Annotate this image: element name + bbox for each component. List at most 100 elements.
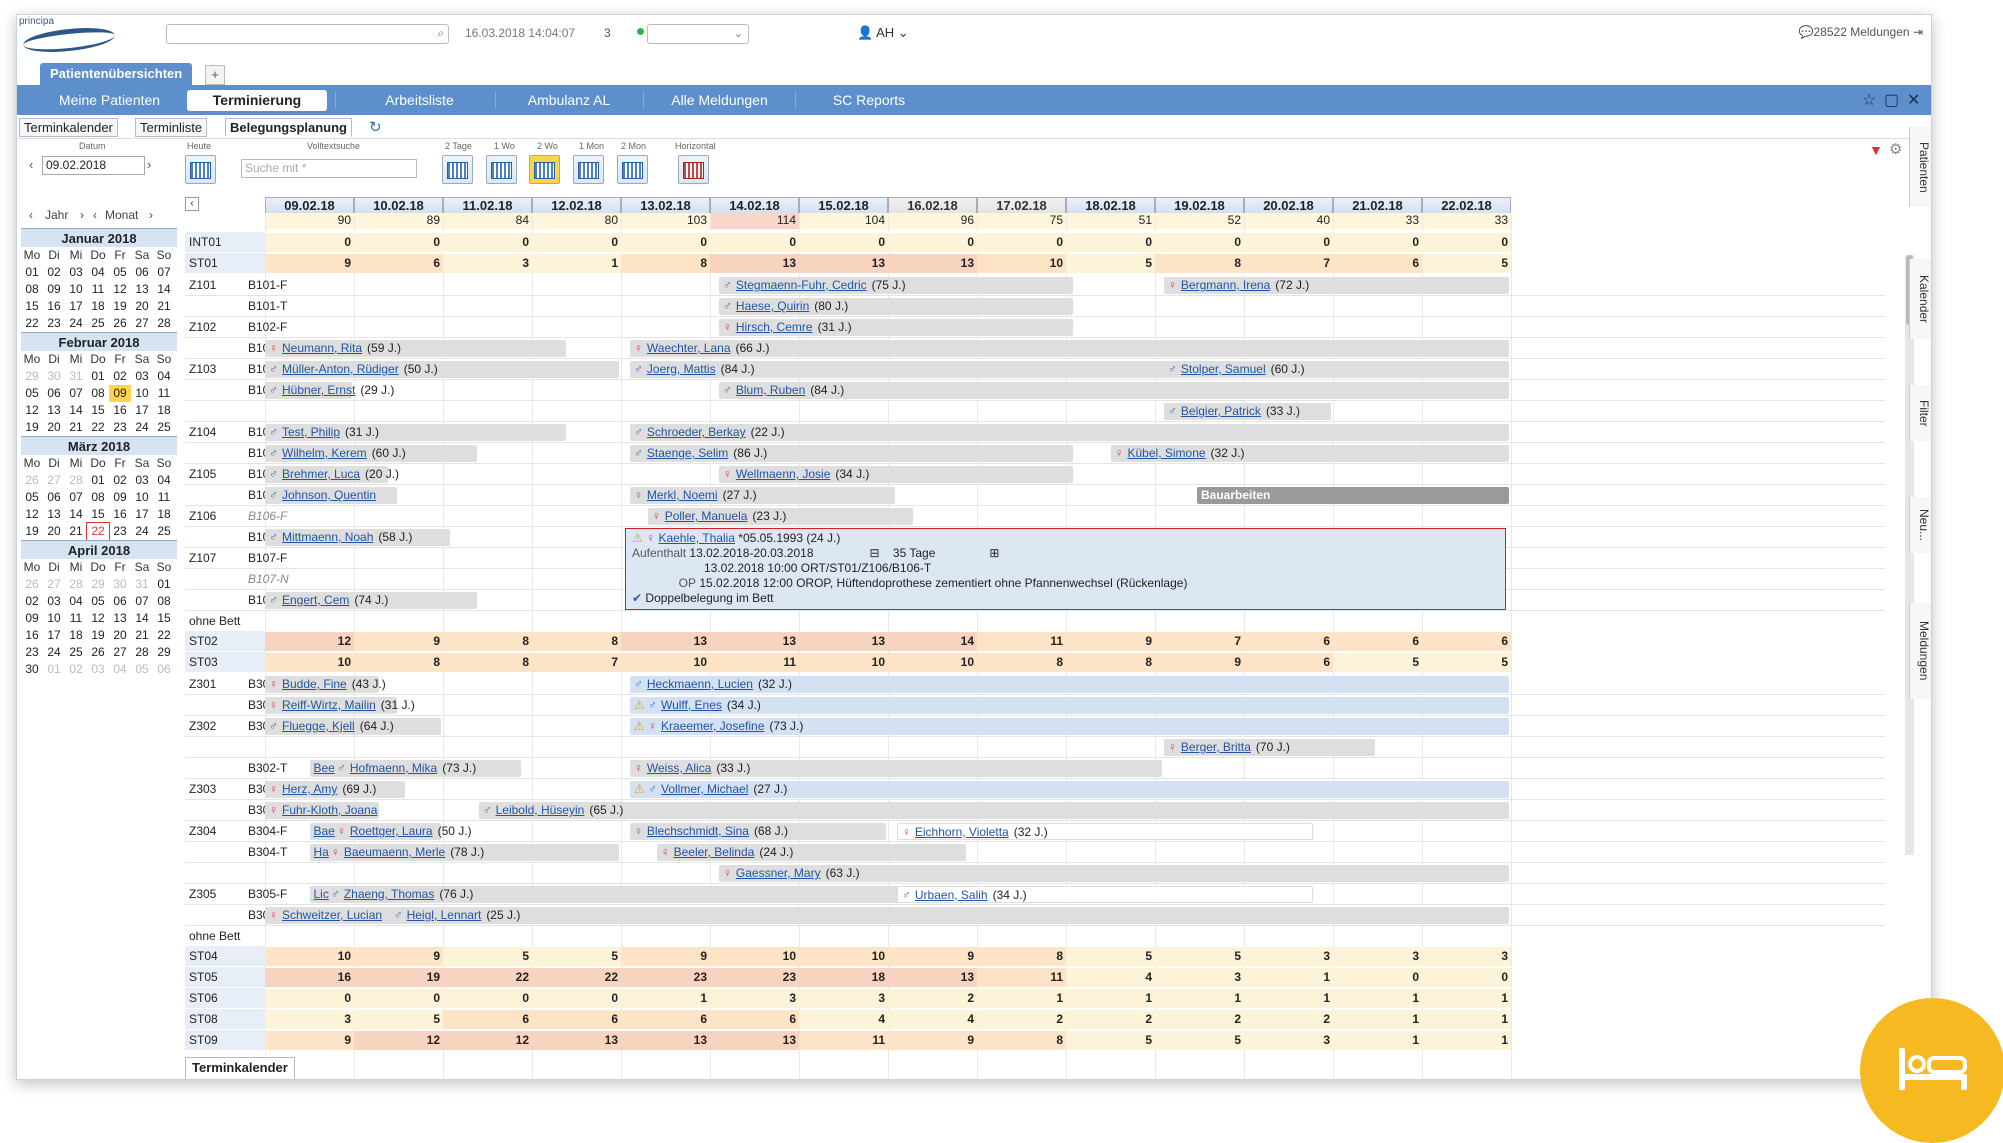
vertical-scrollbar[interactable] — [1905, 255, 1914, 855]
patient-name-link[interactable]: Waechter, Lana — [647, 341, 731, 355]
patient-name-link[interactable]: Joerg, Mattis — [647, 362, 716, 376]
day-cell[interactable]: 19 — [87, 627, 109, 644]
day-cell[interactable]: 11 — [87, 281, 109, 298]
day-cell[interactable]: 08 — [153, 593, 175, 610]
station-ST04[interactable]: ST04 — [185, 946, 265, 966]
patient-bar[interactable]: ♂ Leibold, Hüseyin (65 J.) — [478, 802, 1509, 819]
day-cell[interactable]: 13 — [109, 610, 131, 627]
today-button[interactable] — [185, 155, 216, 184]
patient-bar[interactable]: ♂ Johnson, Quentin — [265, 487, 397, 504]
patient-name-link[interactable]: Engert, Cem — [282, 593, 349, 607]
date-header[interactable]: 21.02.18 — [1333, 197, 1422, 213]
patient-bar[interactable]: ♂ Test, Philip (31 J.) — [265, 424, 566, 441]
patient-bar[interactable]: ♀ Weiss, Alica (33 J.) — [629, 760, 1162, 777]
patient-bar[interactable]: ♀ Waechter, Lana (66 J.) — [629, 340, 1509, 357]
day-cell[interactable]: 03 — [131, 472, 153, 489]
bed-fab-button[interactable] — [1860, 998, 2003, 1143]
day-cell[interactable]: 12 — [109, 281, 131, 298]
day-cell[interactable]: 26 — [21, 472, 43, 489]
day-cell[interactable]: 14 — [131, 610, 153, 627]
day-cell[interactable]: 20 — [109, 627, 131, 644]
patient-bar[interactable]: ♀ Eichhorn, Violetta (32 J.) — [896, 823, 1314, 840]
bauarbeiten-bar[interactable]: Bauarbeiten — [1197, 487, 1509, 504]
patient-name-link[interactable]: Reiff-Wirtz, Mailin — [282, 698, 376, 712]
sidebar-tab-kalender[interactable]: Kalender — [1909, 259, 1931, 339]
day-cell[interactable]: 24 — [43, 644, 65, 661]
patient-bar[interactable]: ♀ Herz, Amy (69 J.) — [265, 781, 406, 798]
patient-name-link[interactable]: Urbaen, Salih — [915, 888, 988, 902]
day-cell[interactable]: 02 — [43, 264, 65, 281]
prefix-link[interactable]: Lic — [314, 887, 329, 901]
day-cell[interactable]: 26 — [21, 576, 43, 593]
patient-name-link[interactable]: Schweitzer, Lucian — [282, 908, 382, 922]
day-cell[interactable]: 28 — [65, 576, 87, 593]
day-cell[interactable]: 09 — [109, 385, 131, 402]
day-cell[interactable]: 22 — [153, 627, 175, 644]
day-cell[interactable]: 05 — [87, 593, 109, 610]
patient-bar[interactable]: ♂ Blum, Ruben (84 J.) — [718, 382, 1509, 399]
day-cell[interactable]: 01 — [21, 264, 43, 281]
patient-bar[interactable]: ♀ Reiff-Wirtz, Mailin (31 J.) — [265, 697, 415, 714]
day-cell[interactable]: 28 — [131, 644, 153, 661]
patient-name-link[interactable]: Wilhelm, Kerem — [282, 446, 367, 460]
date-input[interactable]: 09.02.2018 — [42, 156, 145, 175]
day-cell[interactable]: 08 — [87, 385, 109, 402]
patient-bar[interactable]: ♂ Staenge, Selim (86 J.) — [629, 445, 1073, 462]
station-INT01[interactable]: INT01 — [185, 232, 265, 252]
patient-bar[interactable]: ♂ Belgier, Patrick (33 J.) — [1163, 403, 1331, 420]
patient-bar[interactable]: ⚠ ♂ Wulff, Enes (34 J.) — [629, 697, 1509, 714]
patient-name-link[interactable]: Neumann, Rita — [282, 341, 362, 355]
next-date-icon[interactable]: › — [147, 157, 151, 172]
day-cell[interactable]: 26 — [87, 644, 109, 661]
day-cell[interactable]: 23 — [21, 644, 43, 661]
patient-name-link[interactable]: Leibold, Hüseyin — [496, 803, 585, 817]
day-cell[interactable]: 07 — [153, 264, 175, 281]
patient-name-link[interactable]: Blum, Ruben — [736, 383, 805, 397]
patient-name-link[interactable]: Hübner, Ernst — [282, 383, 355, 397]
day-cell[interactable]: 22 — [86, 522, 110, 541]
patient-name-link[interactable]: Heckmaenn, Lucien — [647, 677, 753, 691]
day-cell[interactable]: 04 — [109, 661, 131, 678]
day-cell[interactable]: 17 — [131, 506, 153, 523]
day-cell[interactable]: 05 — [109, 264, 131, 281]
day-cell[interactable]: 27 — [43, 472, 65, 489]
date-header[interactable]: 15.02.18 — [799, 197, 888, 213]
patient-bar[interactable]: Bae ♀ Roettger, Laura (50 J.) — [309, 823, 472, 840]
patient-bar[interactable]: Bee ♂ Hofmaenn, Mika (73 J.) — [309, 760, 522, 777]
day-cell[interactable]: 20 — [43, 523, 65, 540]
day-cell[interactable]: 19 — [21, 419, 43, 436]
nav-terminierung[interactable]: Terminierung — [187, 90, 327, 111]
patient-name-link[interactable]: Belgier, Patrick — [1181, 404, 1261, 418]
day-cell[interactable]: 06 — [131, 264, 153, 281]
day-cell[interactable]: 25 — [153, 523, 175, 540]
day-cell[interactable]: 15 — [153, 610, 175, 627]
patient-name-link[interactable]: Wulff, Enes — [661, 698, 722, 712]
patient-name-link[interactable]: Baeumaenn, Merle — [344, 845, 445, 859]
day-cell[interactable]: 05 — [131, 661, 153, 678]
plus-icon[interactable]: ⊞ — [989, 546, 999, 560]
patient-bar[interactable]: ♀ Neumann, Rita (59 J.) — [265, 340, 566, 357]
day-cell[interactable]: 02 — [109, 472, 131, 489]
day-cell[interactable]: 16 — [109, 402, 131, 419]
patient-bar[interactable]: ♂ Stegmaenn-Fuhr, Cedric (75 J.) — [718, 277, 1073, 294]
day-cell[interactable]: 10 — [131, 489, 153, 506]
day-cell[interactable]: 30 — [109, 576, 131, 593]
patient-bar[interactable]: ♀ Schweitzer, Lucian — [265, 907, 406, 924]
prefix-link[interactable]: Bee — [314, 761, 335, 775]
day-cell[interactable]: 12 — [21, 506, 43, 523]
next-year-icon[interactable]: › — [80, 208, 84, 222]
day-cell[interactable]: 24 — [65, 315, 87, 332]
day-cell[interactable]: 16 — [21, 627, 43, 644]
day-cell[interactable]: 11 — [153, 385, 175, 402]
day-cell[interactable]: 27 — [43, 576, 65, 593]
day-cell[interactable]: 01 — [87, 472, 109, 489]
day-cell[interactable]: 14 — [153, 281, 175, 298]
date-header[interactable]: 16.02.18 — [888, 197, 977, 213]
user-menu[interactable]: 👤 AH ⌄ — [857, 25, 909, 41]
patient-bar[interactable]: ♀ Kübel, Simone (32 J.) — [1110, 445, 1509, 462]
date-header[interactable]: 11.02.18 — [443, 197, 532, 213]
patient-name-link[interactable]: Müller-Anton, Rüdiger — [282, 362, 399, 376]
day-cell[interactable]: 28 — [153, 315, 175, 332]
patient-bar[interactable]: ♀ Blechschmidt, Sina (68 J.) — [629, 823, 886, 840]
subtab-terminliste[interactable]: Terminliste — [135, 118, 208, 137]
